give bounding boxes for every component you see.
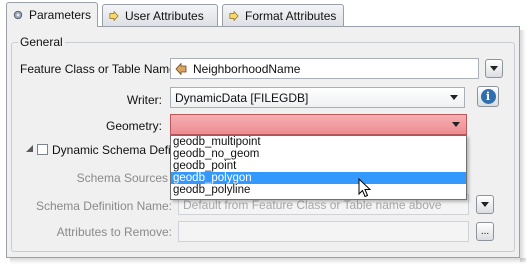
arrow-left-icon [175,62,187,75]
chevron-down-icon [490,66,498,71]
tab-user-attributes-label: User Attributes [125,8,204,23]
tab-user-attributes[interactable]: User Attributes [102,4,218,26]
writer-value: DynamicData [FILEGDB] [175,90,309,105]
chevron-down-icon [452,122,460,127]
writer-select[interactable]: DynamicData [FILEGDB] [170,87,465,108]
geometry-option[interactable]: geodb_multipoint [171,136,466,148]
info-button[interactable]: i [477,86,499,107]
geometry-option[interactable]: geodb_point [171,160,466,172]
panel-shadow [520,30,526,262]
geometry-option[interactable]: geodb_polyline [171,184,466,196]
chevron-down-icon [481,202,489,207]
info-icon: i [480,89,496,104]
tab-parameters[interactable]: Parameters [6,2,98,27]
ellipsis-label: ... [480,226,490,237]
tab-format-attributes[interactable]: Format Attributes [222,4,344,26]
gear-icon [13,10,23,20]
writer-label: Writer: [126,93,162,107]
geometry-dropdown-list: geodb_multipoint geodb_no_geom geodb_poi… [170,135,467,200]
schema-definition-dropdown-button[interactable] [476,195,494,214]
attributes-remove-ellipsis-button[interactable]: ... [476,222,494,241]
dynamic-schema-label: Dynamic Schema Definiti [52,143,187,157]
feature-class-value: NeighborhoodName [193,61,301,76]
mouse-cursor-icon [358,178,372,198]
general-group-label: General [18,35,65,49]
dynamic-schema-checkbox[interactable] [37,144,48,155]
attributes-remove-label: Attributes to Remove: [56,225,172,239]
arrow-right-icon [229,10,239,21]
geometry-option-highlighted[interactable]: geodb_polygon [171,172,466,184]
geometry-option[interactable]: geodb_no_geom [171,148,466,160]
tab-format-attributes-label: Format Attributes [245,8,337,23]
attributes-remove-field[interactable] [178,221,469,242]
schema-definition-label: Schema Definition Name: [35,199,172,213]
feature-class-dropdown-button[interactable] [485,59,503,78]
tab-parameters-label: Parameters [29,8,92,22]
geometry-label: Geometry: [105,119,162,133]
schema-sources-label: Schema Sources [76,171,168,185]
properties-dialog: Parameters User Attributes Format Attrib… [0,0,532,269]
geometry-select[interactable] [170,114,467,135]
feature-class-field[interactable]: NeighborhoodName [170,58,479,79]
arrow-right-icon [109,10,119,21]
chevron-down-icon [450,95,458,100]
feature-class-label: Feature Class or Table Name: [20,62,180,76]
panel-shadow [10,258,526,264]
collapse-triangle-icon[interactable] [25,144,35,154]
